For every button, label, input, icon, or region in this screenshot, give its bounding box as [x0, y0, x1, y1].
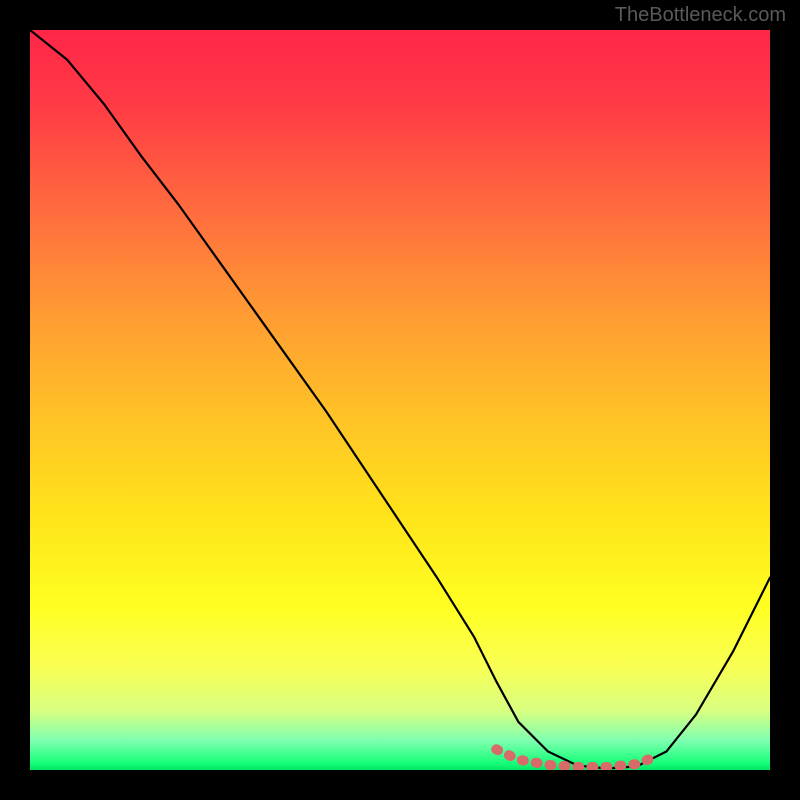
bottleneck-curve	[30, 30, 770, 769]
chart-plot-area	[30, 30, 770, 770]
watermark-text: TheBottleneck.com	[615, 4, 786, 27]
chart-curve-layer	[30, 30, 770, 770]
optimal-range-highlight	[496, 749, 659, 767]
